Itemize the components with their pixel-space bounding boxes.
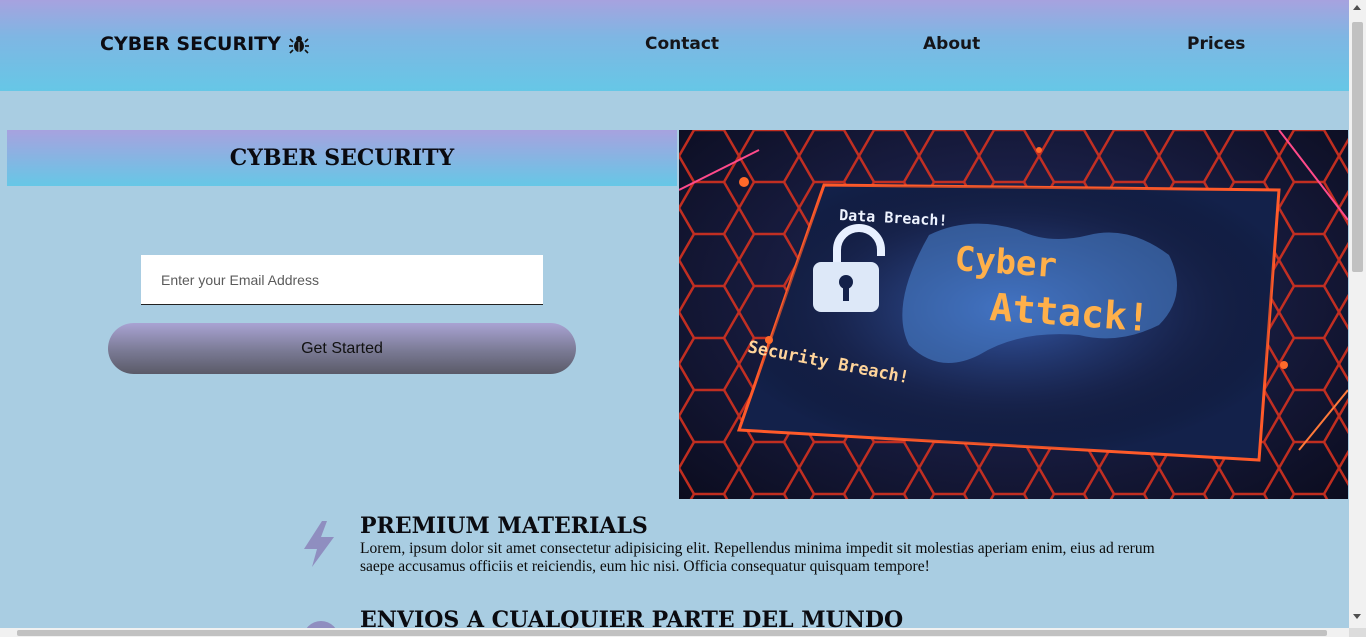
feature-description: Lorem, ipsum dolor sit amet consectetur …	[360, 540, 1155, 575]
get-started-button[interactable]: Get Started	[108, 323, 576, 374]
hero-title: CYBER SECURITY	[229, 145, 455, 171]
cyber-attack-illustration: Data Breach! Cyber Attack! Security Brea…	[679, 130, 1348, 499]
hero-image: Data Breach! Cyber Attack! Security Brea…	[679, 130, 1348, 499]
nav-link-contact[interactable]: Contact	[645, 34, 719, 54]
horizontal-scroll-thumb[interactable]	[17, 630, 1327, 636]
hero-title-banner: CYBER SECURITY	[7, 130, 677, 186]
scroll-up-arrow-icon[interactable]	[1353, 5, 1361, 10]
lightning-icon	[304, 521, 334, 567]
scroll-down-arrow-icon[interactable]	[1353, 614, 1361, 619]
email-input[interactable]	[141, 255, 543, 305]
nav-link-about[interactable]: About	[923, 34, 980, 54]
feature-premium-materials: PREMIUM MATERIALS Lorem, ipsum dolor sit…	[300, 513, 1200, 583]
nav-link-prices[interactable]: Prices	[1187, 34, 1245, 54]
horizontal-scrollbar[interactable]	[0, 628, 1349, 637]
bug-icon	[288, 36, 309, 54]
feature-title: PREMIUM MATERIALS	[360, 513, 648, 539]
scrollbar-corner	[1349, 628, 1366, 637]
image-text-cyber: Cyber	[953, 239, 1058, 286]
brand-label: CYBER SECURITY	[100, 33, 281, 55]
vertical-scroll-thumb[interactable]	[1352, 22, 1363, 272]
navbar: CYBER SECURITY Contact About Prices	[0, 0, 1349, 91]
brand[interactable]: CYBER SECURITY	[100, 33, 309, 55]
vertical-scrollbar[interactable]	[1349, 0, 1366, 628]
